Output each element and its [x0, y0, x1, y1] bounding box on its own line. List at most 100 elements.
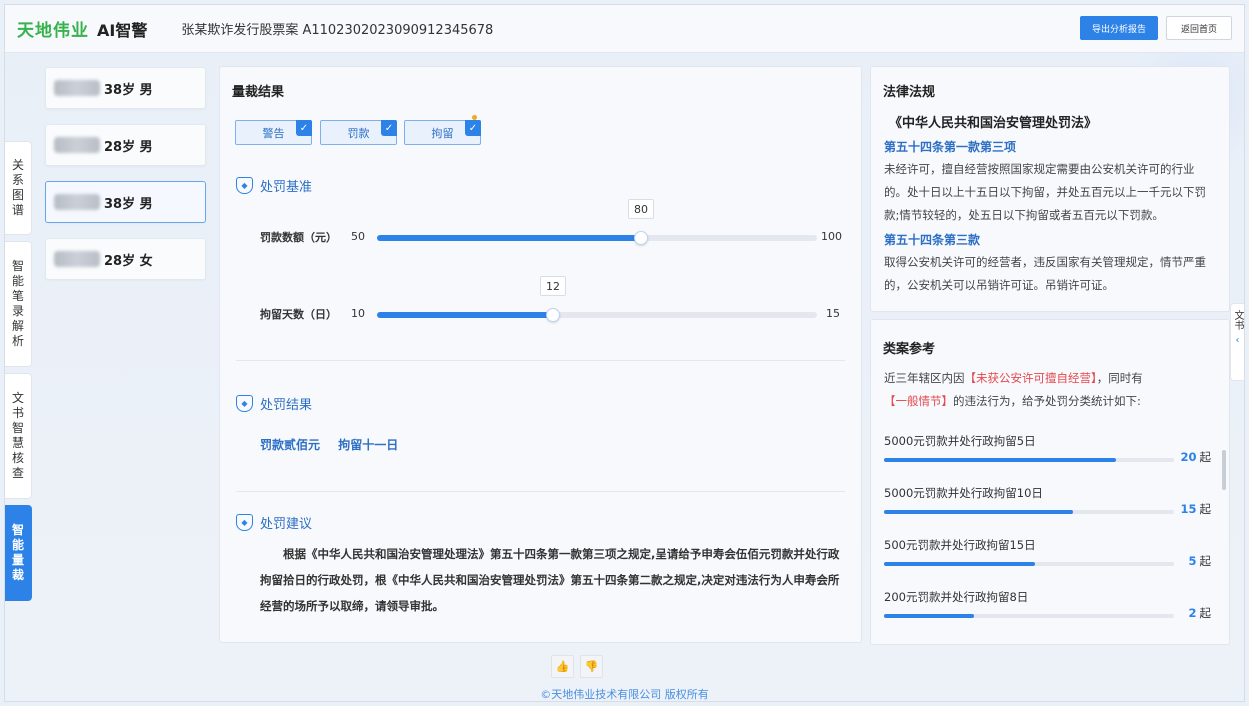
- vertical-nav: 关系图谱智能笔录解析文书智慧核查智能量裁: [5, 141, 33, 607]
- chip-detention[interactable]: 拘留 ✓: [404, 115, 481, 145]
- app-window: ★ 天地伟业 AI智警 张某欺诈发行股票案 A11023020230909123…: [4, 4, 1245, 702]
- law-name: 《中华人民共和国治安管理处罚法》: [889, 116, 1098, 131]
- vtab-char: 智: [11, 523, 24, 537]
- vtab-2[interactable]: 文书智慧核查: [5, 373, 32, 499]
- case-description: 近三年辖区内因【未获公安许可擅自经营】，同时有【一般情节】的违法行为，给予处罚分…: [884, 367, 1209, 413]
- vtab-3[interactable]: 智能量裁: [5, 505, 32, 601]
- section-result: ◆ 处罚结果: [236, 394, 312, 413]
- desc-text: 近三年辖区内因: [884, 371, 965, 385]
- export-report-button[interactable]: 导出分析报告: [1079, 16, 1158, 40]
- law-panel: 法律法规 《中华人民共和国治安管理处罚法》 第五十四条第一款第三项 未经许可，擅…: [870, 66, 1230, 312]
- advice-text: 根据《中华人民共和国治安管理处理法》第五十四条第一款第三项之规定,呈请给予申寿会…: [260, 547, 840, 613]
- slider-max: 100: [821, 230, 842, 243]
- return-home-button[interactable]: 返回首页: [1165, 16, 1232, 40]
- stat-bar-fill: [884, 614, 974, 618]
- side-tab-documents[interactable]: 文书 ‹: [1230, 303, 1244, 381]
- law-clause[interactable]: 第五十四条第一款第三项: [884, 138, 1016, 155]
- vtab-0[interactable]: 关系图谱: [5, 141, 32, 235]
- section-title: 处罚结果: [260, 398, 313, 413]
- vtab-char: 文: [11, 391, 24, 405]
- divider: [236, 360, 845, 361]
- stat-unit: 起: [1199, 606, 1212, 620]
- case-stat-row: 5000元罚款并处行政拘留10日 15 起: [884, 485, 1219, 525]
- stat-label: 5000元罚款并处行政拘留5日: [884, 434, 1036, 448]
- person-card[interactable]: 28岁 男: [45, 124, 206, 166]
- stat-bar: [884, 510, 1174, 514]
- desc-text: 的违法行为，给予处罚分类统计如下:: [953, 394, 1141, 408]
- slider-thumb[interactable]: [634, 231, 648, 245]
- fine-slider[interactable]: 80: [377, 199, 817, 245]
- case-title: 张某欺诈发行股票案 A1102302023090912345678: [181, 23, 494, 38]
- vtab-char: 书: [11, 406, 24, 420]
- brand-logo: 天地伟业: [17, 21, 89, 41]
- law-clause[interactable]: 第五十四条第三款: [884, 231, 980, 248]
- chip-fine[interactable]: 罚款 ✓: [320, 120, 397, 145]
- side-tab-label: 文书: [1232, 310, 1243, 330]
- thumbs-up-icon[interactable]: 👍: [551, 655, 574, 678]
- stat-count: 20 起: [1180, 449, 1211, 465]
- brand-subtitle: AI智警: [97, 20, 148, 40]
- slider-value-tooltip: 80: [628, 199, 654, 219]
- slider-thumb[interactable]: [546, 308, 560, 322]
- header-actions: 导出分析报告 返回首页: [1079, 16, 1232, 40]
- stat-count-value: 15: [1180, 502, 1197, 516]
- vtab-char: 智: [11, 421, 24, 435]
- notice-dot-icon: [472, 115, 477, 120]
- stat-label: 500元罚款并处行政拘留15日: [884, 538, 1036, 552]
- vtab-char: 关: [11, 158, 24, 172]
- stat-count: 5起: [1188, 553, 1211, 569]
- person-info: 28岁 女: [104, 253, 153, 269]
- section-basis: ◆ 处罚基准: [236, 176, 312, 195]
- person-info: 38岁 男: [104, 82, 153, 98]
- law-panel-title: 法律法规: [883, 85, 936, 100]
- vtab-char: 量: [11, 553, 24, 567]
- person-info: 28岁 男: [104, 139, 153, 155]
- desc-highlight: 【一般情节】: [884, 394, 953, 408]
- slider-label: 拘留天数（日）: [260, 308, 337, 321]
- vtab-char: 系: [11, 173, 24, 187]
- vtab-char: 查: [11, 466, 24, 480]
- slider-fill: [377, 312, 553, 318]
- chevron-left-icon: ‹: [1235, 335, 1240, 346]
- person-card[interactable]: 28岁 女: [45, 238, 206, 280]
- result-detention: 拘留十一日: [338, 438, 399, 452]
- shield-icon: ◆: [236, 395, 253, 412]
- chip-label: 罚款: [347, 126, 370, 140]
- stat-count-value: 2: [1188, 606, 1197, 620]
- scrollbar[interactable]: [1222, 450, 1226, 490]
- shield-icon: ◆: [236, 514, 253, 531]
- person-name-redacted: [54, 251, 100, 267]
- stat-bar: [884, 458, 1174, 462]
- person-card[interactable]: 38岁 男: [45, 181, 206, 223]
- stat-bar-fill: [884, 458, 1116, 462]
- thumbs-down-icon[interactable]: 👎: [580, 655, 603, 678]
- person-info: 38岁 男: [104, 196, 153, 212]
- vtab-1[interactable]: 智能笔录解析: [5, 241, 32, 367]
- case-stat-row: 5000元罚款并处行政拘留5日 20 起: [884, 433, 1219, 473]
- law-text: 取得公安机关许可的经营者，违反国家有关管理规定，情节严重的，公安机关可以吊销许可…: [884, 255, 1206, 292]
- vtab-char: 笔: [11, 289, 24, 303]
- case-reference-panel: 类案参考 近三年辖区内因【未获公安许可擅自经营】，同时有【一般情节】的违法行为，…: [870, 319, 1230, 645]
- slider-min: 50: [351, 230, 365, 243]
- person-card[interactable]: 38岁 男: [45, 67, 206, 109]
- stat-bar: [884, 562, 1174, 566]
- vtab-char: 谱: [11, 203, 24, 217]
- vtab-char: 能: [11, 538, 24, 552]
- chip-warning[interactable]: 警告 ✓: [235, 120, 312, 145]
- stat-label: 5000元罚款并处行政拘留10日: [884, 486, 1043, 500]
- header: 天地伟业 AI智警 张某欺诈发行股票案 A1102302023090912345…: [5, 5, 1244, 53]
- vtab-char: 图: [11, 188, 24, 202]
- stat-unit: 起: [1199, 450, 1212, 464]
- chip-label: 拘留: [431, 126, 454, 140]
- person-name-redacted: [54, 194, 100, 210]
- result-fine: 罚款贰佰元: [260, 438, 321, 452]
- person-list: 38岁 男 28岁 男 38岁 男 28岁 女: [45, 67, 206, 295]
- person-name-redacted: [54, 137, 100, 153]
- detention-slider-row: 拘留天数（日） 10 12 15: [220, 276, 861, 329]
- copyright: ©天地伟业技术有限公司 版权所有: [540, 688, 709, 701]
- panel-title: 量裁结果: [232, 85, 285, 100]
- stat-label: 200元罚款并处行政拘留8日: [884, 590, 1029, 604]
- detention-slider[interactable]: 12: [377, 276, 817, 322]
- stat-count-value: 5: [1188, 554, 1197, 568]
- stat-bar-fill: [884, 562, 1035, 566]
